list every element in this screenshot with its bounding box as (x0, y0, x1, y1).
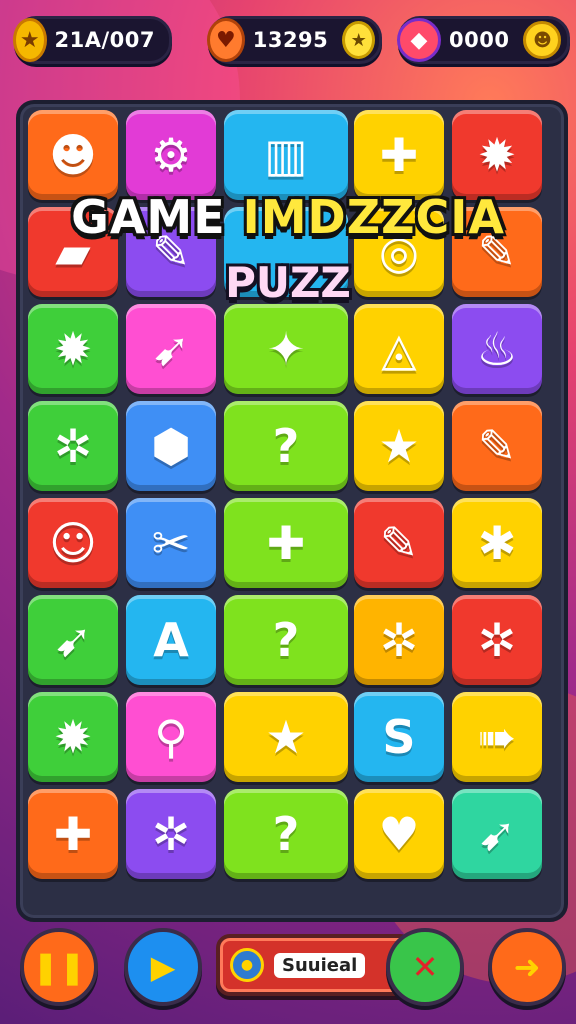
score-c-value: 0000 (449, 28, 510, 52)
game-tile[interactable]: ♨ (452, 304, 542, 394)
game-tile[interactable]: ? (224, 789, 348, 879)
game-tile[interactable]: ▥ (224, 110, 348, 200)
game-tile[interactable]: ✚ (224, 498, 348, 588)
star-icon: ★ (265, 710, 307, 764)
splat-star-icon: ✦ (266, 322, 306, 376)
score-counter-c: ◆ 0000 ☻ (397, 16, 570, 64)
puzzle-piece-icon: ✚ (379, 128, 419, 182)
game-subtitle: PUZZ (225, 258, 351, 307)
game-tile[interactable]: ★ (354, 401, 444, 491)
title-yellow: IMDZZCIA (242, 190, 505, 244)
pencil-icon: ✎ (477, 419, 517, 473)
pencil-icon: ✎ (379, 516, 419, 570)
game-tile[interactable]: ➹ (28, 595, 118, 685)
game-tile[interactable]: S (354, 692, 444, 782)
blocks-icon: ▥ (264, 128, 308, 182)
game-tile[interactable]: ➠ (452, 692, 542, 782)
puzzle-star-icon: ✱ (477, 516, 517, 570)
game-title: GAME IMDZZCIA (0, 190, 576, 244)
score-b-value: 13295 (252, 28, 329, 52)
crayon-icon: ➹ (477, 807, 517, 861)
question-icon: ? (272, 613, 300, 667)
play-button[interactable]: ▶ (124, 928, 202, 1006)
question-icon: ? (272, 807, 300, 861)
sun-smiley-icon: ✹ (53, 322, 93, 376)
gear-icon: ✲ (477, 613, 517, 667)
game-tile[interactable]: ✦ (224, 304, 348, 394)
game-tile[interactable]: ➹ (452, 789, 542, 879)
sun-smiley-icon: ✹ (477, 128, 517, 182)
pause-icon: ❚❚ (32, 948, 86, 986)
game-tile[interactable]: ☺ (28, 498, 118, 588)
game-tile[interactable]: ✚ (354, 110, 444, 200)
tools-icon: ✂ (151, 516, 191, 570)
sun-smiley-icon: ✹ (53, 710, 93, 764)
game-tile[interactable]: ✹ (452, 110, 542, 200)
score-counter-b: ♥ 13295 ★ (207, 16, 382, 64)
puzzle-piece-icon: ✚ (53, 807, 93, 861)
game-tile[interactable]: ✂ (126, 498, 216, 588)
star-badge-icon: ★ (342, 21, 375, 59)
game-tile[interactable]: ✎ (452, 401, 542, 491)
title-white: GAME (71, 190, 243, 244)
heart-icon: ♥ (378, 807, 420, 861)
coin-icon: ☻ (523, 21, 562, 59)
game-tile[interactable]: ✲ (452, 595, 542, 685)
status-label: Suuieal (274, 952, 366, 978)
game-tile[interactable]: A (126, 595, 216, 685)
close-button[interactable]: ✕ (386, 928, 464, 1006)
game-tile[interactable]: ⬢ (126, 401, 216, 491)
key-icon: ⚲ (154, 710, 188, 764)
gear-icon: ✲ (379, 613, 419, 667)
arrow-sign-icon: ➠ (477, 710, 517, 764)
score-counter-a: ★ 21A/007 (13, 16, 172, 64)
arrow-right-icon: ➜ (513, 948, 541, 986)
letter-s-icon: S (382, 710, 416, 764)
game-tile[interactable]: ◬ (354, 304, 444, 394)
status-pill[interactable]: ● Suuieal (216, 934, 414, 996)
game-tile[interactable]: ✹ (28, 692, 118, 782)
gear-icon: ✲ (151, 807, 191, 861)
cross-icon: ✚ (266, 516, 306, 570)
play-icon: ▶ (150, 948, 176, 986)
pause-button[interactable]: ❚❚ (20, 928, 98, 1006)
gear-wrench-icon: ⚙ (150, 128, 192, 182)
game-tile[interactable]: ✹ (28, 304, 118, 394)
rocket-icon: ➹ (151, 322, 191, 376)
game-tile[interactable]: ✲ (126, 789, 216, 879)
shield-icon: ◆ (397, 18, 441, 62)
star-icon: ★ (378, 419, 420, 473)
shield-icon: ⬢ (150, 419, 192, 473)
question-icon: ? (272, 419, 300, 473)
star-icon: ★ (13, 18, 47, 62)
game-tile[interactable]: ⚙ (126, 110, 216, 200)
game-tile[interactable]: ✲ (28, 401, 118, 491)
gear-icon: ✲ (53, 419, 93, 473)
score-a-value: 21A/007 (54, 28, 155, 52)
atom-icon: ◬ (381, 322, 417, 376)
game-tile[interactable]: ⚲ (126, 692, 216, 782)
letter-a-icon: A (153, 613, 189, 667)
game-tile[interactable]: ☻ (28, 110, 118, 200)
game-tile[interactable]: ★ (224, 692, 348, 782)
game-tile[interactable]: ? (224, 595, 348, 685)
game-tile[interactable]: ✲ (354, 595, 444, 685)
globe-icon: ● (230, 948, 264, 982)
game-tile[interactable]: ✎ (354, 498, 444, 588)
next-button[interactable]: ➜ (488, 928, 566, 1006)
balloon-icon: ♨ (476, 322, 518, 376)
game-tile[interactable]: ✚ (28, 789, 118, 879)
game-tile[interactable]: ? (224, 401, 348, 491)
smiley-chick-icon: ☻ (49, 128, 97, 182)
crayon-icon: ➹ (53, 613, 93, 667)
game-tile[interactable]: ♥ (354, 789, 444, 879)
cat-face-icon: ☺ (49, 516, 97, 570)
game-tile[interactable]: ➹ (126, 304, 216, 394)
close-icon: ✕ (411, 948, 439, 986)
game-tile[interactable]: ✱ (452, 498, 542, 588)
heart-shield-icon: ♥ (207, 18, 245, 62)
